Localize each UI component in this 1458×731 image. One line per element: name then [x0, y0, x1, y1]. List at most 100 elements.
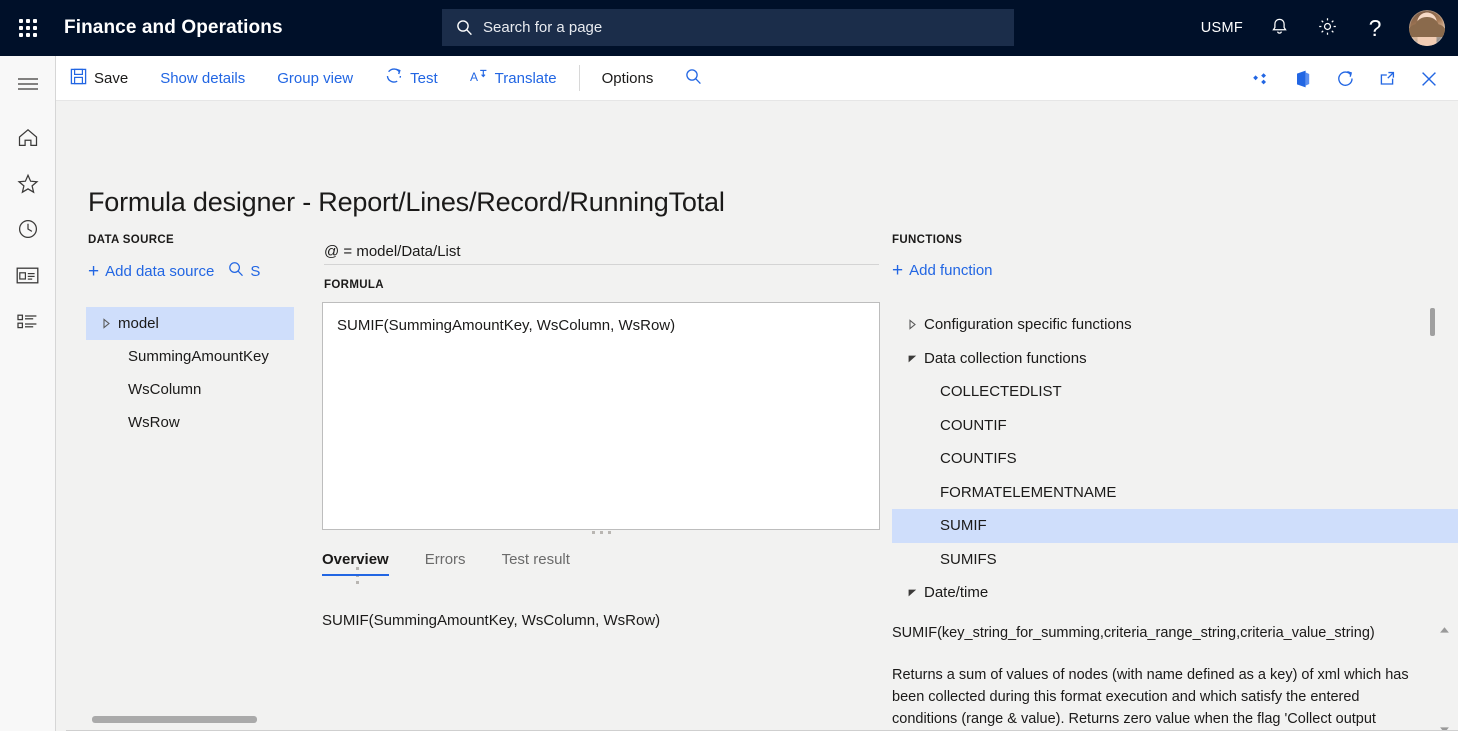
translate-button-label: Translate: [494, 69, 557, 87]
user-avatar[interactable]: [1409, 10, 1445, 46]
command-separator: [578, 65, 580, 91]
options-button[interactable]: Options: [586, 56, 670, 101]
overview-content: SUMIF(SummingAmountKey, WsColumn, WsRow): [322, 612, 661, 629]
horizontal-scrollbar-thumb[interactable]: [92, 716, 257, 723]
workspaces-icon[interactable]: [0, 252, 56, 298]
data-source-node-model[interactable]: model: [86, 307, 294, 340]
function-group-data-collection[interactable]: Data collection functions: [892, 342, 1458, 376]
function-group-label: Data collection functions: [924, 349, 1087, 367]
save-floppy-icon: [70, 68, 87, 89]
office-app-icon[interactable]: [1282, 56, 1324, 101]
function-item-countif[interactable]: COUNTIF: [892, 409, 1458, 443]
clock-icon[interactable]: [0, 206, 56, 252]
search-icon: [228, 261, 244, 281]
app-title: Finance and Operations: [64, 17, 283, 38]
function-item-formatelementname[interactable]: FORMATELEMENTNAME: [892, 476, 1458, 510]
data-source-actions: + Add data source S: [88, 261, 276, 281]
tab-test-result[interactable]: Test result: [502, 547, 586, 576]
svg-text:A: A: [470, 70, 478, 84]
add-data-source-button[interactable]: + Add data source: [88, 262, 214, 281]
function-item-collectedlist[interactable]: COLLECTEDLIST: [892, 375, 1458, 409]
chevron-right-icon[interactable]: [94, 318, 118, 329]
function-group-label: Configuration specific functions: [924, 316, 1132, 334]
binding-text: @ = model/Data/List: [324, 243, 461, 260]
horizontal-scrollbar[interactable]: [76, 716, 1458, 723]
add-function-label: Add function: [909, 262, 993, 279]
test-spinner-icon: [385, 67, 403, 89]
close-icon[interactable]: [1408, 56, 1450, 101]
test-button-label: Test: [410, 69, 438, 87]
search-icon: [685, 68, 702, 89]
function-item-label: COLLECTEDLIST: [940, 383, 1062, 401]
settings-button[interactable]: [1303, 0, 1351, 56]
formula-resize-handle[interactable]: [575, 526, 627, 538]
modules-list-icon[interactable]: [0, 298, 56, 344]
data-source-node-label: SummingAmountKey: [128, 348, 269, 365]
waffle-menu-button[interactable]: [0, 0, 56, 56]
command-bar-right-group: [1240, 56, 1450, 101]
home-icon[interactable]: [0, 114, 56, 160]
chevron-down-icon[interactable]: [900, 587, 924, 598]
function-item-label: SUMIF: [940, 517, 987, 535]
group-view-button[interactable]: Group view: [261, 56, 369, 101]
scroll-up-arrow-icon[interactable]: [1436, 622, 1452, 638]
function-group-date-time[interactable]: Date/time: [892, 576, 1458, 610]
formula-heading: FORMULA: [324, 279, 384, 291]
add-data-source-label: Add data source: [105, 262, 215, 280]
share-diamond-icon[interactable]: [1240, 56, 1282, 101]
command-bar: Save Show details Group view Test A Tran…: [56, 56, 1458, 101]
data-source-tree: model SummingAmountKey WsColumn WsRow: [86, 307, 294, 439]
data-source-node-wscolumn[interactable]: WsColumn: [86, 373, 294, 406]
function-item-label: FORMATELEMENTNAME: [940, 483, 1117, 501]
binding-row: @ = model/Data/List: [324, 235, 879, 265]
tab-errors[interactable]: Errors: [425, 547, 482, 576]
global-search-placeholder: Search for a page: [483, 19, 603, 36]
data-source-node-summingamountkey[interactable]: SummingAmountKey: [86, 340, 294, 373]
function-item-label: COUNTIF: [940, 416, 1007, 434]
add-function-button[interactable]: + Add function: [892, 261, 993, 280]
result-tabs: Overview Errors Test result: [322, 547, 606, 576]
data-source-heading: DATA SOURCE: [88, 234, 175, 246]
function-group-configuration-specific[interactable]: Configuration specific functions: [892, 308, 1458, 342]
functions-scrollbar[interactable]: [1430, 308, 1435, 610]
save-button-label: Save: [94, 69, 129, 87]
formula-editor[interactable]: SUMIF(SummingAmountKey, WsColumn, WsRow): [322, 302, 880, 530]
function-description-pane: SUMIF(key_string_for_summing,criteria_ra…: [892, 622, 1458, 731]
data-source-node-wsrow[interactable]: WsRow: [86, 406, 294, 439]
search-icon: [456, 19, 473, 36]
function-signature: SUMIF(key_string_for_summing,criteria_ra…: [892, 625, 1375, 641]
help-button[interactable]: ?: [1351, 0, 1399, 56]
plus-icon: +: [88, 260, 100, 282]
waffle-grid-icon: [19, 19, 37, 37]
star-icon[interactable]: [0, 160, 56, 206]
popout-icon[interactable]: [1366, 56, 1408, 101]
options-button-label: Options: [601, 69, 654, 87]
formula-designer-page: Formula designer - Report/Lines/Record/R…: [56, 102, 1458, 731]
data-source-search-button[interactable]: S: [228, 261, 276, 281]
hamburger-menu-icon[interactable]: [0, 61, 56, 107]
function-item-sumifs[interactable]: SUMIFS: [892, 543, 1458, 577]
data-source-node-label: WsRow: [128, 414, 180, 431]
company-selector[interactable]: USMF: [1189, 0, 1255, 56]
global-search-box[interactable]: Search for a page: [442, 9, 1014, 46]
workspace: Save Show details Group view Test A Tran…: [56, 56, 1458, 731]
functions-scrollbar-thumb[interactable]: [1430, 308, 1435, 336]
save-button[interactable]: Save: [56, 56, 144, 101]
group-view-label: Group view: [277, 69, 354, 87]
notifications-button[interactable]: [1255, 0, 1303, 56]
tab-overview[interactable]: Overview: [322, 547, 405, 576]
translate-button[interactable]: A Translate: [454, 56, 573, 101]
translate-icon: A: [470, 67, 488, 89]
chevron-down-icon[interactable]: [900, 353, 924, 364]
page-title: Formula designer - Report/Lines/Record/R…: [88, 187, 725, 217]
chevron-right-icon[interactable]: [900, 319, 924, 331]
show-details-button[interactable]: Show details: [144, 56, 261, 101]
header-right-group: USMF ?: [1189, 0, 1458, 56]
test-button[interactable]: Test: [369, 56, 454, 101]
data-source-node-label: model: [118, 315, 159, 332]
function-item-countifs[interactable]: COUNTIFS: [892, 442, 1458, 476]
refresh-icon[interactable]: [1324, 56, 1366, 101]
function-group-label: Date/time: [924, 584, 989, 602]
function-item-sumif[interactable]: SUMIF: [892, 509, 1458, 543]
command-search-button[interactable]: [669, 56, 718, 101]
